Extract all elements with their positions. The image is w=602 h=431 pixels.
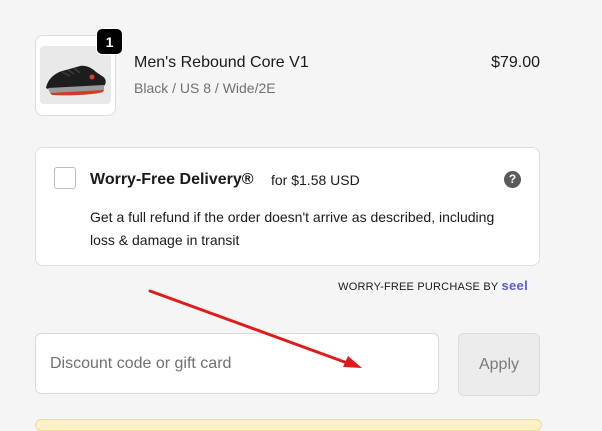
worry-free-price: for $1.58 USD: [271, 172, 360, 188]
product-price: $79.00: [491, 54, 540, 71]
seel-attribution-label: WORRY-FREE PURCHASE BY: [338, 281, 499, 293]
notice-banner: [35, 419, 542, 431]
product-variant: Black / US 8 / Wide/2E: [134, 80, 276, 96]
seel-logo: seel: [501, 278, 528, 293]
quantity-badge: 1: [96, 28, 123, 55]
question-mark-icon[interactable]: ?: [504, 171, 521, 188]
apply-discount-button[interactable]: Apply: [458, 333, 540, 396]
worry-free-description: Get a full refund if the order doesn't a…: [90, 209, 495, 248]
seel-attribution: WORRY-FREE PURCHASE BY seel: [338, 278, 528, 293]
worry-free-checkbox[interactable]: [54, 167, 76, 189]
worry-free-title: Worry-Free Delivery®: [90, 171, 254, 188]
cart-line-item: 1 Men's Rebound Core V1 Black / US 8 / W…: [35, 28, 540, 117]
product-name: Men's Rebound Core V1: [134, 54, 309, 71]
discount-code-input[interactable]: [35, 333, 439, 394]
worry-free-delivery-box: Worry-Free Delivery® for $1.58 USD ? Get…: [35, 147, 540, 266]
